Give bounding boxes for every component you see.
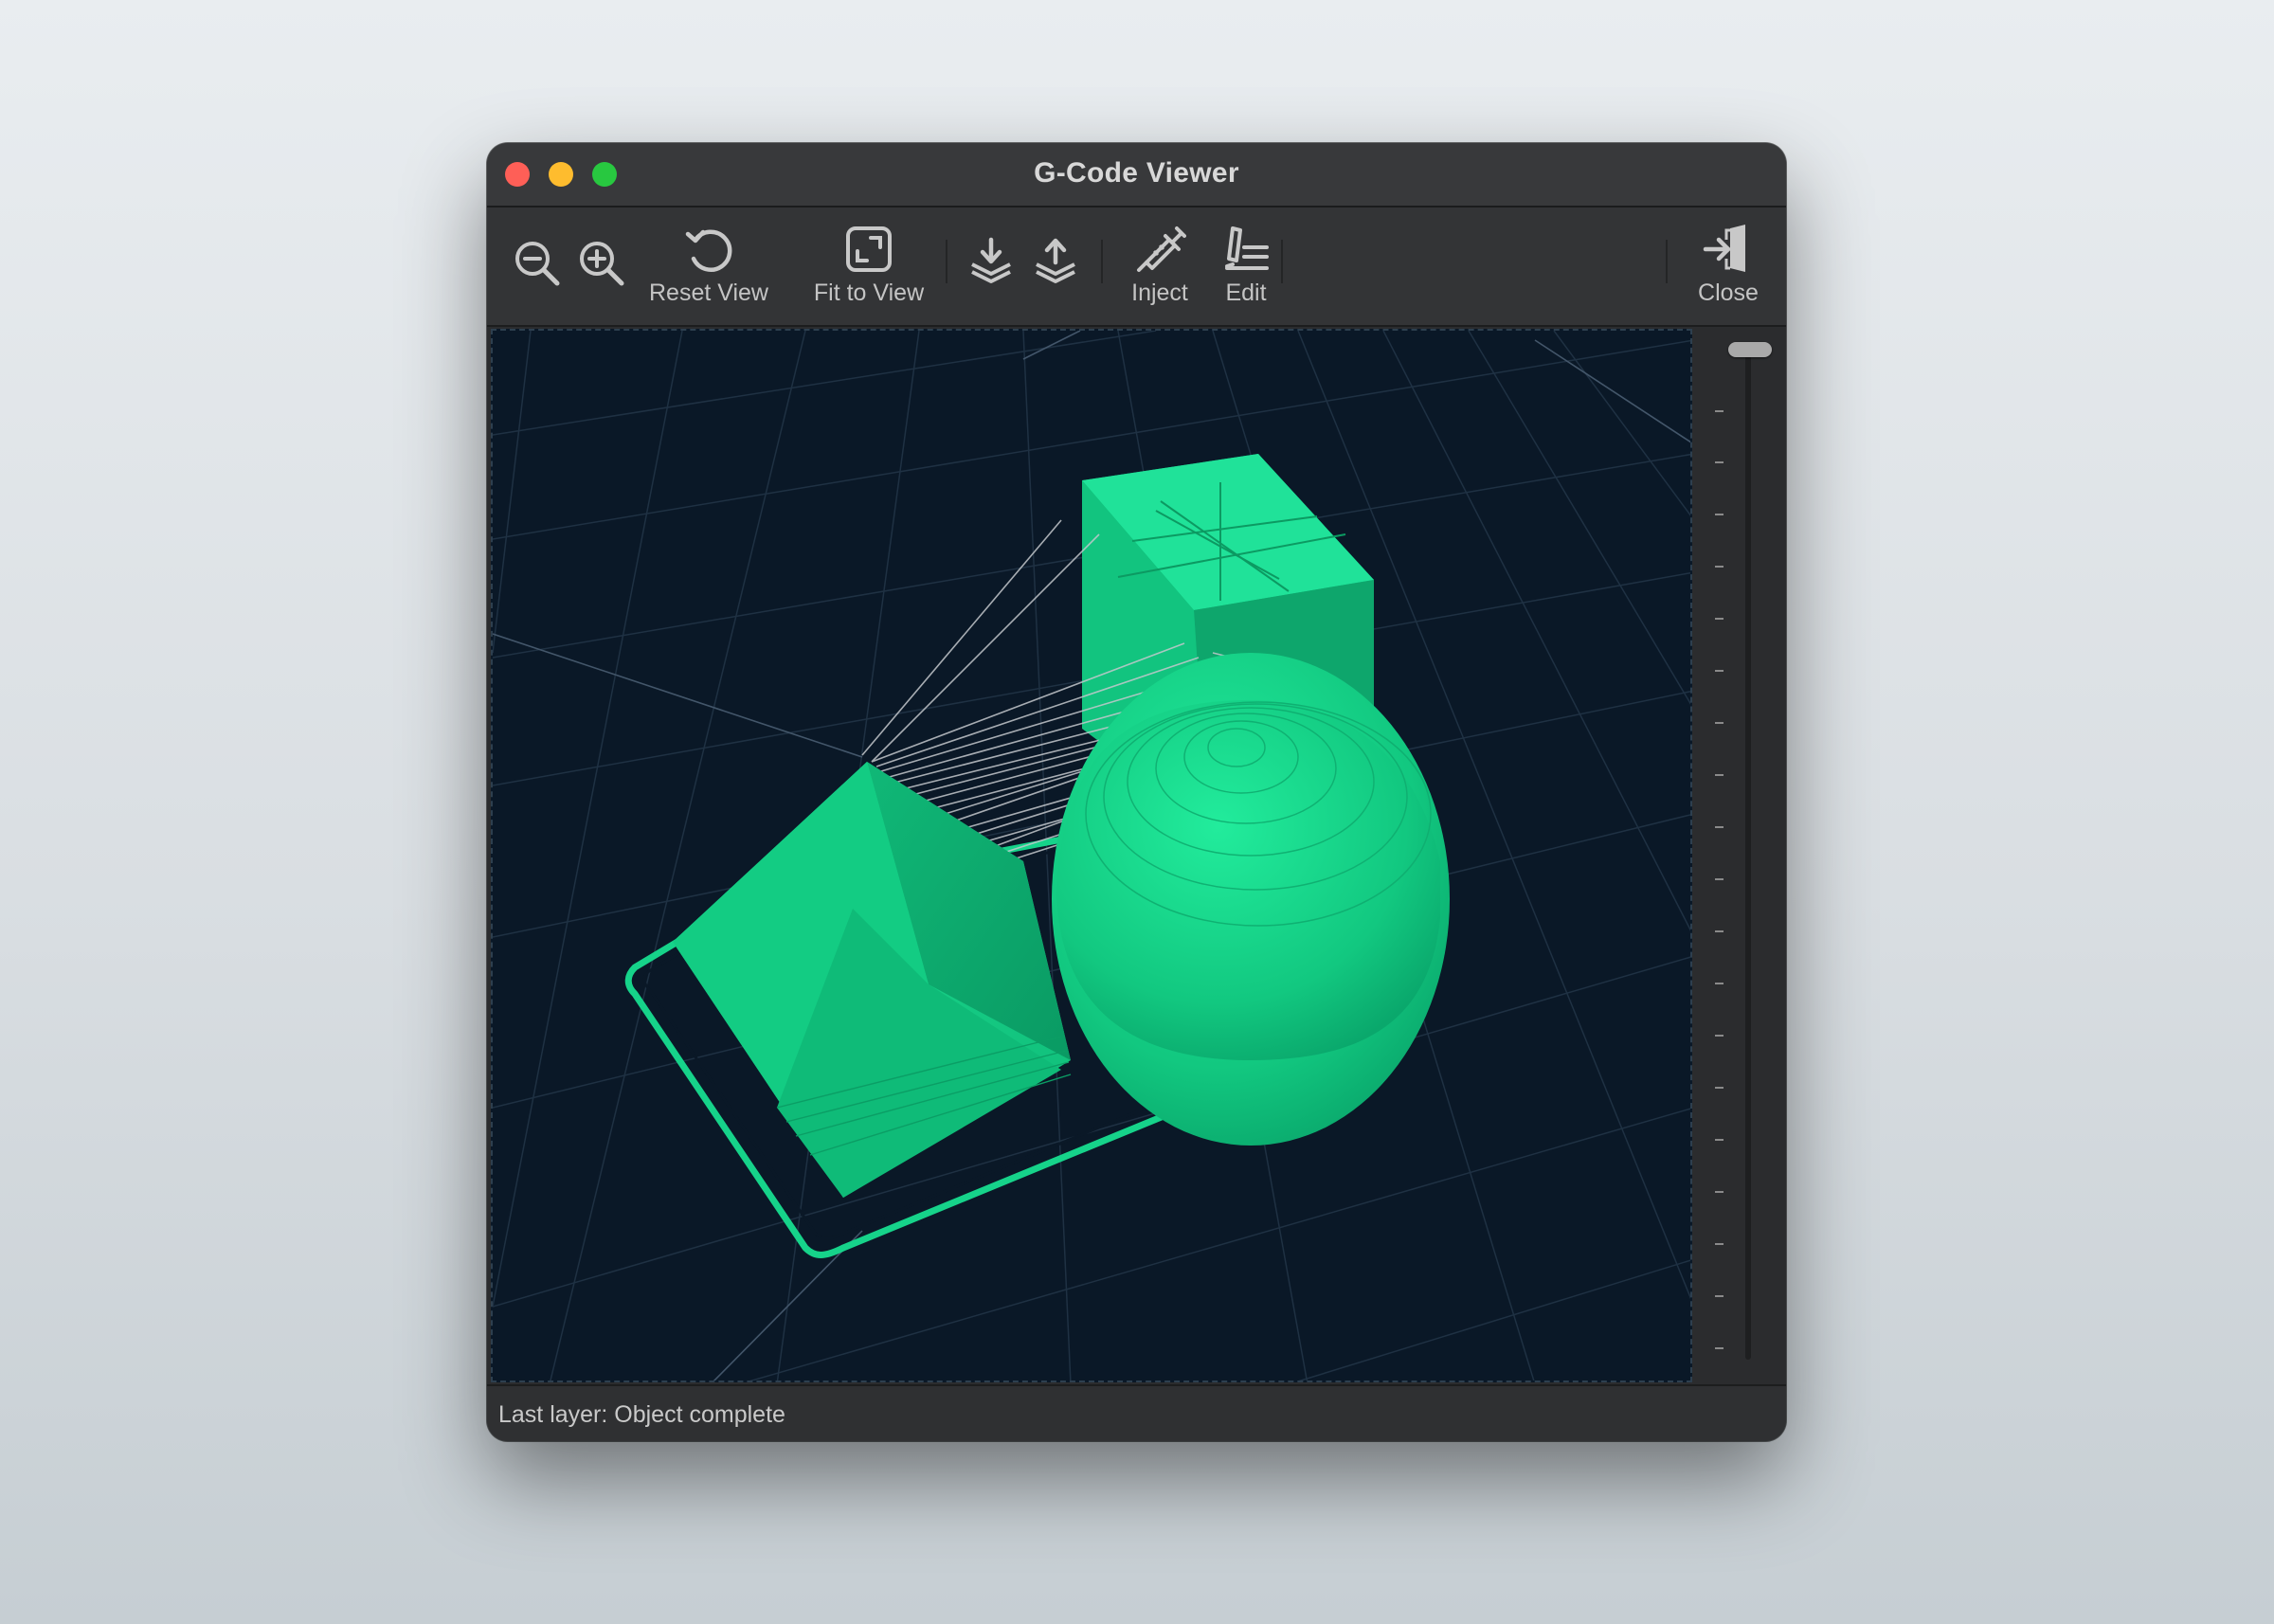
rotate-ccw-icon <box>685 229 732 272</box>
status-text: Last layer: Object complete <box>498 1401 785 1428</box>
zoom-in-icon <box>580 242 624 286</box>
syringe-icon <box>1137 226 1186 272</box>
close-button[interactable]: Close <box>1683 208 1774 325</box>
dome-model <box>1052 653 1450 1146</box>
slider-tick <box>1715 774 1724 776</box>
window-title: G-Code Viewer <box>1034 157 1239 189</box>
zoom-out-icon <box>515 242 560 286</box>
slider-tick <box>1715 1139 1724 1141</box>
inject-button[interactable]: Inject <box>1116 208 1203 325</box>
fit-to-view-button[interactable]: Fit to View <box>798 208 940 325</box>
layer-down-button[interactable] <box>963 208 1016 325</box>
slider-tick <box>1715 1087 1724 1089</box>
edit-button[interactable]: Edit <box>1207 208 1285 325</box>
slider-tick <box>1715 722 1724 724</box>
slider-tick <box>1715 410 1724 412</box>
slider-tick <box>1715 826 1724 828</box>
toolbar: Reset View Fit to View Inject Edit Close <box>487 208 1786 327</box>
gcode-viewer-window: G-Code Viewer Reset View Fit to View Inj… <box>487 143 1786 1441</box>
slider-tick <box>1715 461 1724 463</box>
reset-view-button[interactable]: Reset View <box>642 208 775 325</box>
fit-frame-icon <box>846 226 892 272</box>
layer-slider-track[interactable] <box>1745 346 1751 1360</box>
slider-tick <box>1715 1191 1724 1193</box>
layer-download-icon <box>971 237 1011 283</box>
pyramid-model <box>673 762 1072 1198</box>
layer-up-button[interactable] <box>1027 208 1080 325</box>
layer-slider-thumb[interactable] <box>1728 342 1772 357</box>
pen-lines-icon <box>1225 226 1269 270</box>
toolbar-separator <box>946 240 948 283</box>
slider-tick <box>1715 1347 1724 1349</box>
slider-tick <box>1715 983 1724 984</box>
layer-slider-panel <box>1696 329 1786 1382</box>
slider-tick <box>1715 1243 1724 1245</box>
3d-viewport[interactable] <box>491 329 1692 1382</box>
title-bar: G-Code Viewer <box>487 143 1786 208</box>
toolbar-separator <box>1101 240 1103 283</box>
slider-tick <box>1715 878 1724 880</box>
toolbar-separator <box>1281 240 1283 283</box>
slider-tick <box>1715 618 1724 620</box>
zoom-in-button[interactable] <box>574 208 627 325</box>
edit-label: Edit <box>1225 280 1267 306</box>
toolbar-separator <box>1666 240 1668 283</box>
reset-view-label: Reset View <box>649 280 768 306</box>
slider-tick <box>1715 514 1724 515</box>
slider-tick <box>1715 1035 1724 1037</box>
slider-tick <box>1715 1295 1724 1297</box>
slider-tick <box>1715 566 1724 568</box>
layer-upload-icon <box>1036 238 1075 283</box>
fit-to-view-label: Fit to View <box>813 280 925 306</box>
status-bar: Last layer: Object complete <box>487 1384 1786 1441</box>
zoom-out-button[interactable] <box>510 208 563 325</box>
slider-tick <box>1715 670 1724 672</box>
close-label: Close <box>1698 280 1759 306</box>
exit-door-icon <box>1703 225 1745 272</box>
slider-tick <box>1715 930 1724 932</box>
inject-label: Inject <box>1131 280 1188 306</box>
toolpath-render <box>493 331 1690 1380</box>
